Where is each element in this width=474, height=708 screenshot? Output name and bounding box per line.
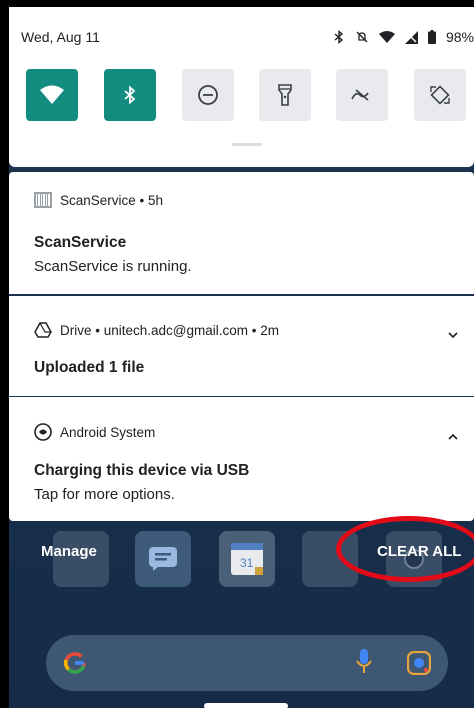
auto-rotate-tile[interactable] — [414, 69, 466, 121]
notification-android-system[interactable]: Android System Charging this device via … — [9, 397, 474, 521]
bluetooth-icon — [333, 30, 345, 44]
collapse-chevron-icon[interactable] — [448, 427, 458, 445]
bluetooth-tile[interactable] — [104, 69, 156, 121]
manage-button[interactable]: Manage — [41, 543, 97, 560]
wifi-tile-icon — [40, 85, 64, 104]
wifi-tile[interactable] — [26, 69, 78, 121]
wifi-icon — [378, 31, 395, 43]
notification-scanservice[interactable]: ScanService • 5h ScanService ScanService… — [9, 172, 474, 294]
notification-drive[interactable]: Drive • unitech.adc@gmail.com • 2m Uploa… — [9, 296, 474, 396]
notification-header: Android System — [34, 423, 155, 441]
battery-icon — [427, 30, 436, 44]
notification-header: ScanService • 5h — [34, 192, 163, 208]
notification-text: ScanService is running. — [34, 258, 192, 275]
notification-app-label: Android System — [60, 424, 156, 440]
quick-settings-panel: Wed, Aug 11 98% — [9, 7, 474, 167]
google-icon — [63, 652, 86, 674]
mobile-data-tile[interactable] — [336, 69, 388, 121]
calendar-app-icon: 31 — [219, 531, 275, 587]
clear-all-highlight — [336, 516, 474, 582]
notification-title: Uploaded 1 file — [34, 359, 145, 376]
do-not-disturb-icon — [198, 85, 218, 105]
notification-title: Charging this device via USB — [34, 462, 250, 479]
expand-chevron-icon[interactable] — [448, 326, 458, 344]
notification-title: ScanService — [34, 234, 127, 251]
drive-icon — [34, 322, 52, 338]
mute-icon — [355, 30, 369, 44]
qs-expand-handle[interactable] — [232, 143, 262, 146]
status-date: Wed, Aug 11 — [21, 29, 100, 45]
notification-app-label: ScanService • 5h — [60, 192, 164, 208]
notification-app-label: Drive • unitech.adc@gmail.com • 2m — [60, 322, 279, 338]
battery-percent: 98% — [445, 29, 474, 45]
notification-header: Drive • unitech.adc@gmail.com • 2m — [34, 322, 279, 338]
barcode-icon — [34, 192, 52, 208]
mobile-data-icon — [351, 89, 369, 101]
do-not-disturb-tile[interactable] — [182, 69, 234, 121]
android-system-icon — [34, 423, 52, 441]
signal-icon — [404, 30, 418, 44]
svg-text:31: 31 — [240, 556, 254, 570]
microphone-icon[interactable] — [356, 649, 372, 675]
search-bar[interactable] — [46, 635, 448, 691]
flashlight-tile[interactable] — [259, 69, 311, 121]
lens-icon[interactable] — [407, 651, 431, 675]
navigation-handle[interactable] — [204, 703, 288, 708]
status-icons: 98% — [333, 29, 474, 45]
bluetooth-tile-icon — [124, 85, 136, 105]
auto-rotate-icon — [430, 85, 450, 105]
notification-text: Tap for more options. — [34, 486, 175, 503]
messages-app-icon — [135, 531, 191, 587]
screen: Wed, Aug 11 98% ScanService • 5h ScanSer… — [9, 7, 474, 708]
flashlight-icon — [278, 84, 292, 106]
